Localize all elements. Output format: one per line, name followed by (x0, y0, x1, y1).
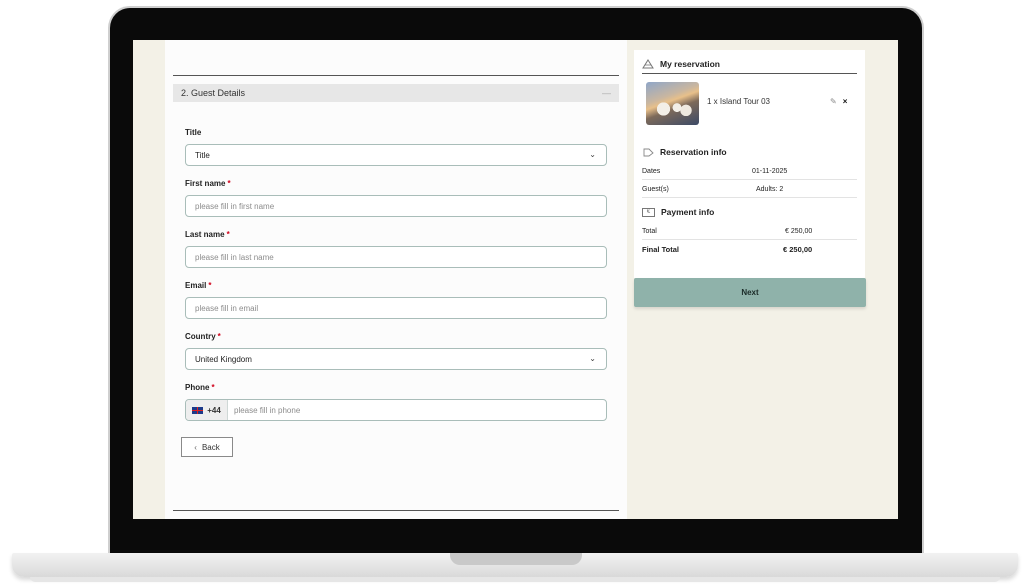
reservation-icon (642, 59, 654, 69)
first-name-placeholder: please fill in first name (195, 201, 275, 211)
reservation-info-title: Reservation info (660, 147, 727, 157)
divider (173, 75, 619, 76)
edit-icon[interactable]: ✎ (830, 97, 837, 106)
required-mark: * (211, 383, 215, 392)
laptop-base-shadow (30, 577, 1000, 582)
payment-info-title: Payment info (661, 207, 715, 217)
payment-row-final-total: Final Total € 250,00 (642, 241, 857, 258)
row-value: Adults: 2 (756, 185, 784, 193)
row-key: Dates (642, 167, 661, 175)
last-name-field[interactable]: please fill in last name (185, 246, 607, 268)
guest-details-section-header[interactable]: 2. Guest Details — (173, 84, 619, 102)
screen: 2. Guest Details — Title Title ⌄ First n… (133, 40, 898, 519)
required-mark: * (226, 230, 230, 239)
email-label: Email * (185, 281, 212, 290)
row-value: € 250,00 (783, 245, 813, 254)
chevron-left-icon: ‹ (194, 442, 197, 452)
reservation-info-header: Reservation info (642, 147, 727, 157)
country-label: Country * (185, 332, 221, 341)
country-select-value: United Kingdom (195, 354, 252, 364)
divider (173, 510, 619, 511)
phone-label: Phone * (185, 383, 215, 392)
required-mark: * (217, 332, 221, 341)
tour-thumbnail (646, 82, 699, 125)
my-reservation-header: My reservation (642, 58, 857, 74)
last-name-label: Last name * (185, 230, 230, 239)
country-select[interactable]: United Kingdom ⌄ (185, 348, 607, 370)
my-reservation-title: My reservation (660, 59, 720, 69)
row-value: 01-11-2025 (752, 167, 788, 175)
reservation-summary: My reservation 1 x Island Tour 03 ✎ × Re… (634, 50, 865, 278)
back-button[interactable]: ‹ Back (181, 437, 233, 457)
money-icon: € (642, 207, 655, 217)
title-label: Title (185, 128, 202, 137)
row-key: Total (642, 227, 657, 235)
first-name-label: First name * (185, 179, 231, 188)
payment-row-total: Total € 250,00 (642, 223, 857, 240)
row-key: Guest(s) (642, 185, 669, 193)
section-title: 2. Guest Details (181, 88, 246, 98)
title-select[interactable]: Title ⌄ (185, 144, 607, 166)
row-value: € 250,00 (785, 227, 813, 235)
back-button-label: Back (201, 442, 220, 452)
row-key: Final Total (642, 245, 679, 254)
uk-flag-icon (192, 406, 204, 414)
country-code: +44 (207, 405, 221, 415)
last-name-placeholder: please fill in last name (195, 252, 274, 262)
remove-icon[interactable]: × (843, 97, 848, 106)
title-select-value: Title (195, 150, 210, 160)
required-mark: * (208, 281, 212, 290)
tour-item-text: 1 x Island Tour 03 (707, 97, 771, 106)
tour-item-actions: ✎ × (830, 97, 847, 106)
reservation-row-dates: Dates 01-11-2025 (642, 163, 857, 180)
country-code-selector[interactable]: +44 (186, 400, 228, 420)
phone-placeholder: please fill in phone (234, 405, 301, 415)
chevron-down-icon: ⌄ (589, 150, 596, 159)
laptop-notch (450, 553, 582, 565)
email-field[interactable]: please fill in email (185, 297, 607, 319)
first-name-field[interactable]: please fill in first name (185, 195, 607, 217)
guest-details-form: 2. Guest Details — Title Title ⌄ First n… (165, 40, 627, 519)
reservation-row-guests: Guest(s) Adults: 2 (642, 181, 857, 198)
required-mark: * (227, 179, 231, 188)
payment-info-header: € Payment info (642, 207, 714, 217)
tag-icon (642, 147, 654, 157)
chevron-down-icon: ⌄ (589, 354, 596, 363)
laptop-mockup: 2. Guest Details — Title Title ⌄ First n… (0, 0, 1024, 587)
email-placeholder: please fill in email (195, 303, 259, 313)
phone-field[interactable]: +44 please fill in phone (185, 399, 607, 421)
next-button[interactable]: Next (634, 278, 866, 307)
next-button-label: Next (741, 288, 759, 297)
collapse-icon[interactable]: — (602, 88, 611, 98)
